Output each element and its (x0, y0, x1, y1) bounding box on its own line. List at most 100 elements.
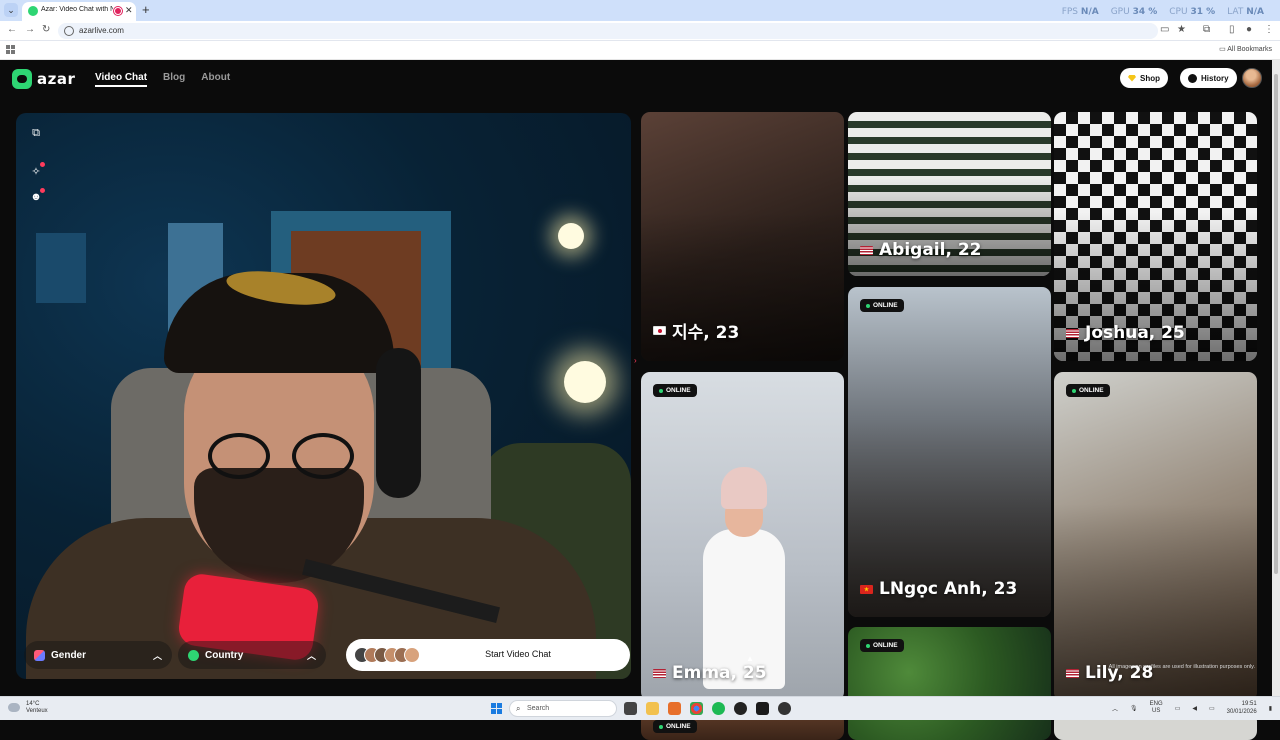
effects-wand-icon[interactable]: ✧ (28, 162, 45, 179)
carousel-arrow-icon[interactable]: › (634, 356, 637, 365)
perf-gpu: GPU 34 % (1110, 7, 1158, 17)
profile-card[interactable]: Abigail, 22 (848, 112, 1051, 276)
profile-name-text: Abigail, 22 (879, 240, 982, 260)
tab-search-button[interactable]: ⌄ (4, 3, 18, 17)
profile-card[interactable]: ONLINE Emma, 25 (641, 372, 844, 701)
profile-card[interactable]: Joshua, 25 (1054, 112, 1257, 361)
shop-label: Shop (1140, 73, 1160, 83)
app-icon[interactable] (668, 702, 681, 715)
profile-card[interactable]: ONLINE (848, 627, 1051, 740)
online-label: ONLINE (666, 387, 691, 394)
search-icon: ⌕ (516, 704, 521, 713)
headphones (376, 348, 421, 498)
camera-preview: ⧉ ✧ ☻ Gender ︿ Country ︿ Start Video Cha… (16, 113, 631, 679)
back-icon[interactable]: ← (7, 24, 17, 35)
mouse-cursor-icon: ▲ (746, 654, 754, 663)
chevron-up-icon: ︿ (152, 651, 162, 661)
profile-name: 지수, 23 (653, 318, 739, 343)
battery-icon[interactable]: ▭ (1209, 705, 1215, 712)
clock[interactable]: 19:51 30/01/2026 (1227, 700, 1257, 716)
terminal-icon[interactable] (756, 702, 769, 715)
profile-card[interactable]: 지수, 23 (641, 112, 844, 361)
online-badge: ONLINE (860, 299, 904, 312)
profile-name: LNgọc Anh, 23 (860, 579, 1017, 599)
country-filter[interactable]: Country ︿ (178, 641, 326, 669)
chevron-up-icon[interactable]: ︿ (1112, 704, 1118, 713)
reload-icon[interactable]: ↻ (42, 24, 50, 35)
sidebar-icon[interactable]: ▯ (1229, 24, 1235, 35)
mic-icon[interactable]: 🎙 (1130, 705, 1138, 712)
file-explorer-icon[interactable] (646, 702, 659, 715)
switch-camera-icon[interactable]: ⧉ (28, 125, 44, 141)
url-field[interactable]: azarlive.com (58, 23, 1158, 39)
pink-hat (721, 467, 767, 509)
us-flag-icon (1066, 328, 1079, 338)
lamp-light (564, 361, 606, 403)
bookmarks-bar: ▭ All Bookmarks (0, 41, 1280, 60)
cloud-icon (8, 703, 20, 712)
chrome-icon[interactable] (690, 702, 703, 715)
profile-icon[interactable]: ● (1246, 24, 1252, 35)
weather-widget[interactable]: 14°C Venteux (26, 701, 48, 715)
background-frame (36, 233, 86, 303)
browser-tab[interactable]: Azar: Video Chat with New ✕ (22, 2, 136, 21)
network-icon[interactable]: ▭ (1175, 705, 1181, 712)
close-tab-icon[interactable]: ✕ (125, 5, 133, 16)
azar-page: azar Video Chat Blog About Shop History … (0, 60, 1272, 740)
start-video-chat-button[interactable]: Start Video Chat (346, 639, 630, 671)
lang-indicator[interactable]: ENG US (1150, 701, 1163, 715)
profile-card[interactable]: ONLINE Lily, 28 (1054, 372, 1257, 701)
perf-lat: LAT N/A (1227, 7, 1264, 17)
performance-overlay: FPS N/A GPU 34 % CPU 31 % LAT N/A (1062, 7, 1264, 17)
nav-about[interactable]: About (201, 72, 230, 87)
windows-start-icon[interactable] (491, 703, 502, 714)
profile-name-text: LNgọc Anh, 23 (879, 579, 1018, 599)
spotify-icon[interactable] (712, 702, 725, 715)
app-icon[interactable] (778, 702, 791, 715)
new-tab-button[interactable]: + (142, 2, 150, 17)
online-dot (659, 388, 663, 393)
profile-name: Emma, 25 (653, 663, 767, 683)
country-label: Country (205, 649, 244, 661)
volume-icon[interactable]: ◀ (1192, 705, 1197, 712)
clock-icon (1188, 73, 1197, 83)
gem-icon (1128, 74, 1136, 82)
nav-video-chat[interactable]: Video Chat (95, 72, 148, 87)
site-info-icon[interactable] (64, 26, 74, 36)
azar-logo[interactable]: azar (12, 69, 75, 89)
forward-icon[interactable]: → (25, 24, 35, 35)
search-placeholder: Search (527, 705, 550, 712)
online-dot (866, 303, 870, 308)
all-bookmarks-link[interactable]: ▭ All Bookmarks (1219, 45, 1272, 53)
notification-dot (40, 188, 45, 193)
system-tray: ︿ 🎙 ENG US ▭ ◀ ▭ 19:51 30/01/2026 ▮ (1112, 700, 1272, 716)
online-badge: ONLINE (860, 639, 904, 652)
menu-icon[interactable]: ⋮ (1264, 24, 1274, 35)
nav-blog[interactable]: Blog (163, 72, 185, 87)
profile-card[interactable]: ONLINE LNgọc Anh, 23 (848, 287, 1051, 617)
notifications-icon[interactable]: ▮ (1269, 705, 1272, 712)
azar-logo-icon (12, 69, 32, 89)
page-scrollbar[interactable] (1272, 60, 1280, 696)
gender-filter[interactable]: Gender ︿ (24, 641, 172, 669)
profile-name-text: Emma, 25 (672, 663, 767, 683)
sticker-face-icon[interactable]: ☻ (28, 188, 45, 205)
profile-name: Abigail, 22 (860, 240, 981, 260)
user-avatar[interactable] (1242, 68, 1262, 88)
notification-dot (40, 162, 45, 167)
bookmark-star-icon[interactable]: ★ (1177, 24, 1186, 35)
online-label: ONLINE (1079, 387, 1104, 394)
task-view-icon[interactable] (624, 702, 637, 715)
apps-icon[interactable] (6, 45, 15, 54)
cast-icon[interactable]: ▭ (1160, 24, 1169, 35)
online-badge: ONLINE (653, 720, 697, 733)
us-flag-icon (860, 245, 873, 255)
weather-temp: 14°C (26, 701, 40, 707)
shop-button[interactable]: Shop (1120, 68, 1168, 88)
profile-name-text: 지수, 23 (672, 323, 740, 343)
history-button[interactable]: History (1180, 68, 1237, 88)
scrollbar-thumb[interactable] (1274, 74, 1278, 574)
taskbar-search[interactable]: ⌕ Search (509, 700, 617, 717)
extensions-icon[interactable]: ⧉ (1203, 24, 1210, 35)
obs-icon[interactable] (734, 702, 747, 715)
